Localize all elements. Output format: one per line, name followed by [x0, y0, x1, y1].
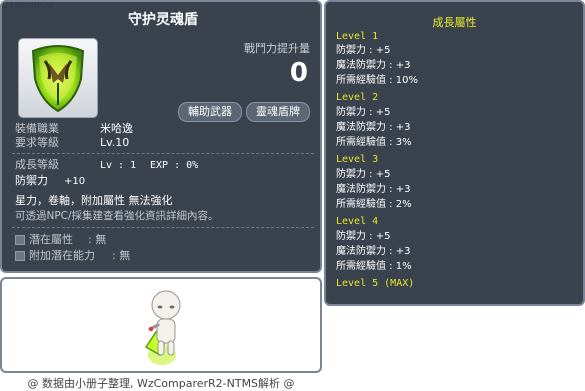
additional-potential-checkbox-icon [15, 251, 25, 261]
potential-row: 潛在屬性 [15, 233, 73, 247]
combat-power-value: 0 [289, 58, 308, 88]
additional-potential-value: : 無 [112, 249, 131, 262]
combat-power-label: 戰鬥力提升量 [244, 42, 310, 55]
defense-label: 防禦力 [15, 174, 48, 187]
growth-level-title: Level 2 [336, 92, 379, 103]
tag-soul-shield: 靈魂盾牌 [246, 102, 310, 122]
item-tooltip-panel: 守护灵魂盾 戰鬥力提升量 0 輔助武器 靈魂盾牌 裝備職業 米哈逸 要求等級 L… [0, 0, 322, 273]
growth-attributes-panel: 成長屬性 Level 1 防禦力 : +5 魔法防禦力 : +3 所需經驗值 :… [324, 0, 585, 306]
divider [12, 153, 314, 154]
enhance-flags: 星力，卷軸，附加屬性 無法強化 [15, 194, 173, 207]
growth-panel-title: 成長屬性 [432, 16, 477, 29]
growth-line: 魔法防禦力 : +3 [336, 60, 411, 71]
growth-line: 防禦力 : +5 [336, 107, 391, 118]
growth-line: 所需經驗值 : 10% [336, 75, 418, 86]
growth-line: 魔法防禦力 : +3 [336, 184, 411, 195]
growth-line: 魔法防禦力 : +3 [336, 246, 411, 257]
enhance-notice: 可透過NPC/採集建查看強化資訊詳細內容。 [15, 210, 219, 222]
glowing-green-soul-shield-icon [31, 45, 85, 113]
growth-line: 所需經驗值 : 2% [336, 199, 412, 210]
growth-level-title: Level 3 [336, 154, 379, 165]
divider [12, 227, 314, 228]
growth-line: 所需經驗值 : 1% [336, 261, 412, 272]
req-level-value: Lv.10 [100, 136, 130, 149]
job-label: 裝備職業 [15, 122, 59, 135]
req-level-label: 要求等級 [15, 136, 59, 149]
growth-line: 所需經驗值 : 3% [336, 137, 412, 148]
growth-line: 防禦力 : +5 [336, 45, 391, 56]
job-value: 米哈逸 [100, 122, 133, 135]
item-icon-frame [18, 38, 98, 118]
character-preview-panel [0, 277, 322, 373]
growth-level-label: 成長等級 [15, 158, 59, 171]
growth-line: 防禦力 : +5 [336, 169, 391, 180]
additional-potential-row: 附加潛在能力 [15, 249, 95, 263]
item-name: 守护灵魂盾 [128, 12, 198, 28]
potential-checkbox-icon [15, 235, 25, 245]
tag-secondary-weapon: 輔助武器 [178, 102, 242, 122]
growth-line: 魔法防禦力 : +3 [336, 122, 411, 133]
growth-line: 防禦力 : +5 [336, 231, 391, 242]
footer-credit: @ 数据由小册子整理, WzComparerR2-NTMS解析 @ [27, 377, 295, 390]
growth-exp-value: EXP : 0% [150, 160, 199, 171]
defense-value: +10 [64, 176, 86, 187]
growth-level-title: Level 4 [336, 216, 379, 227]
character-avatar-icon [144, 290, 181, 365]
growth-level-value: Lv : 1 [100, 160, 137, 171]
growth-level-title: Level 1 [336, 31, 379, 42]
growth-level-title: Level 5 (MAX) [336, 278, 415, 289]
additional-potential-label: 附加潛在能力 [29, 249, 95, 262]
potential-value: : 無 [88, 233, 107, 246]
potential-label: 潛在屬性 [29, 233, 73, 246]
